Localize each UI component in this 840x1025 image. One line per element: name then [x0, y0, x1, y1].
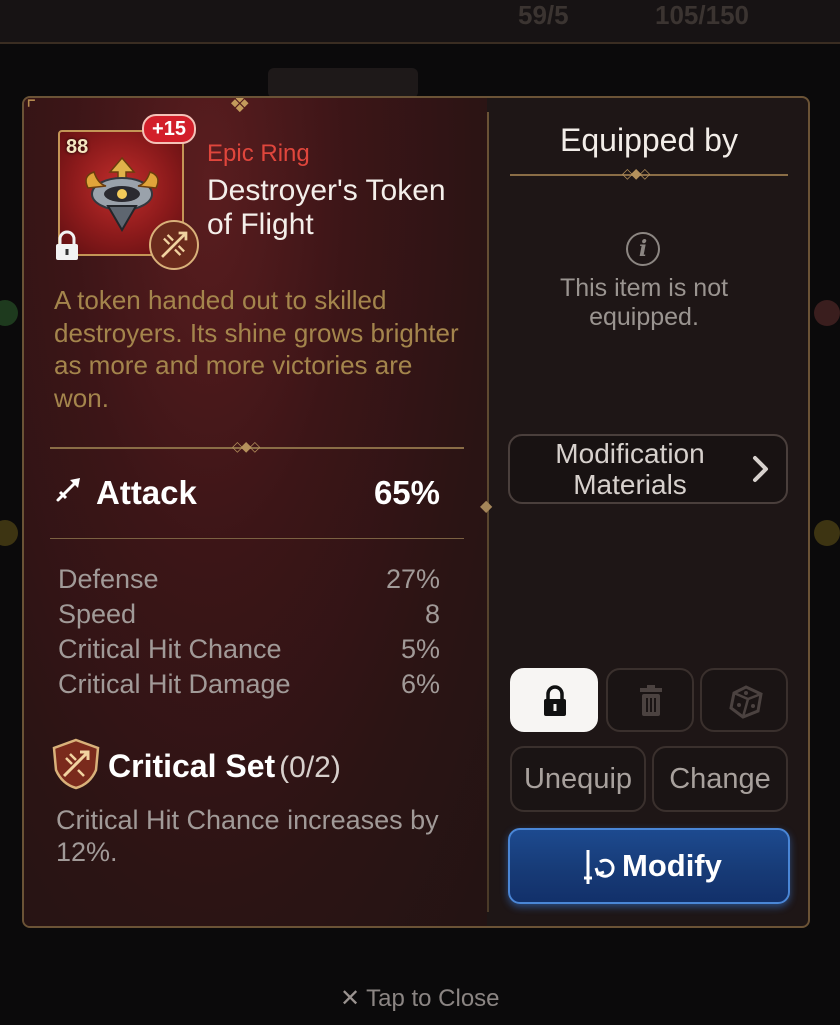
- background-edge-marker: [814, 300, 840, 326]
- critical-set-icon: [52, 738, 100, 790]
- item-description: A token handed out to skilled destroyers…: [54, 285, 459, 413]
- ring-icon: [85, 156, 159, 232]
- background-resource-2: 105/150: [655, 0, 749, 30]
- separator: [50, 538, 464, 539]
- unequip-button[interactable]: Unequip: [510, 746, 646, 812]
- background-resource-1: 59/5: [518, 0, 569, 30]
- separator-ornament-icon: ◇◆◇: [622, 165, 650, 181]
- info-icon: i: [626, 232, 660, 266]
- substat-row: Defense 27%: [58, 564, 440, 599]
- background-edge-marker: [0, 520, 18, 546]
- main-stat-value: 65%: [373, 474, 440, 511]
- close-icon: ✕: [340, 985, 361, 1012]
- substat-value: 8: [424, 599, 440, 629]
- change-button[interactable]: Change: [652, 746, 788, 812]
- substat-list: Defense 27% Speed 8 Critical Hit Chance …: [58, 564, 440, 704]
- background-top-bar: 59/5 105/150: [0, 0, 840, 44]
- substat-label: Speed: [58, 599, 137, 629]
- trash-icon: [640, 685, 662, 716]
- main-stat-label: Attack: [96, 474, 197, 511]
- background-tab: [268, 68, 418, 98]
- set-count: (0/2): [279, 751, 341, 784]
- substat-value: 6%: [400, 669, 440, 699]
- substat-row: Critical Hit Damage 6%: [58, 669, 440, 704]
- equipped-status: This item is not equipped.: [559, 274, 729, 331]
- modify-icon: [584, 850, 615, 884]
- background-edge-marker: [814, 520, 840, 546]
- substat-label: Critical Hit Chance: [58, 634, 282, 664]
- lock-icon: [56, 230, 78, 260]
- corner-ornament-icon: ⌜: [26, 96, 37, 121]
- dice-icon: [729, 685, 763, 719]
- substat-label: Defense: [58, 564, 159, 594]
- separator-ornament-icon: ◇◆◇: [232, 438, 260, 454]
- top-ornament-icon: ❖: [229, 96, 251, 118]
- modify-label: Modify: [622, 848, 722, 883]
- set-name-label: Critical Set: [108, 748, 276, 784]
- item-level: 88: [66, 136, 89, 158]
- separator: [510, 174, 788, 176]
- divider-ornament-icon: ◆: [480, 498, 493, 515]
- modification-materials-button[interactable]: Modification Materials: [508, 434, 788, 504]
- set-description: Critical Hit Chance increases by 12%.: [56, 805, 439, 867]
- substat-value: 5%: [400, 634, 440, 664]
- lock-icon: [544, 685, 566, 716]
- attack-icon: [56, 478, 80, 502]
- tap-to-close-label: Tap to Close: [366, 985, 500, 1012]
- tap-to-close[interactable]: ✕ Tap to Close: [340, 984, 500, 1013]
- item-name: Destroyer's Token of Flight: [207, 174, 446, 241]
- substat-value: 27%: [385, 564, 440, 594]
- discard-button[interactable]: [606, 668, 694, 732]
- modify-button[interactable]: Modify: [508, 828, 790, 904]
- lock-button[interactable]: [510, 668, 598, 732]
- background-edge-marker: [0, 300, 18, 326]
- enhance-level-badge: +15: [142, 114, 196, 144]
- substat-row: Speed 8: [58, 599, 440, 634]
- equipped-by-title: Equipped by: [560, 122, 738, 158]
- critical-set-badge-icon: [149, 220, 199, 270]
- substat-row: Critical Hit Chance 5%: [58, 634, 440, 669]
- item-rarity: Epic Ring: [207, 140, 310, 167]
- set-name: Critical Set (0/2): [108, 748, 341, 785]
- substat-label: Critical Hit Damage: [58, 669, 291, 699]
- reforge-button[interactable]: [700, 668, 788, 732]
- item-detail-panel: ◆ ⌜ ❖ 88 +15 Epic Ring Destroyer's Token…: [22, 96, 810, 928]
- chevron-right-icon: [753, 456, 768, 482]
- modification-materials-label: Modification Materials: [555, 438, 705, 500]
